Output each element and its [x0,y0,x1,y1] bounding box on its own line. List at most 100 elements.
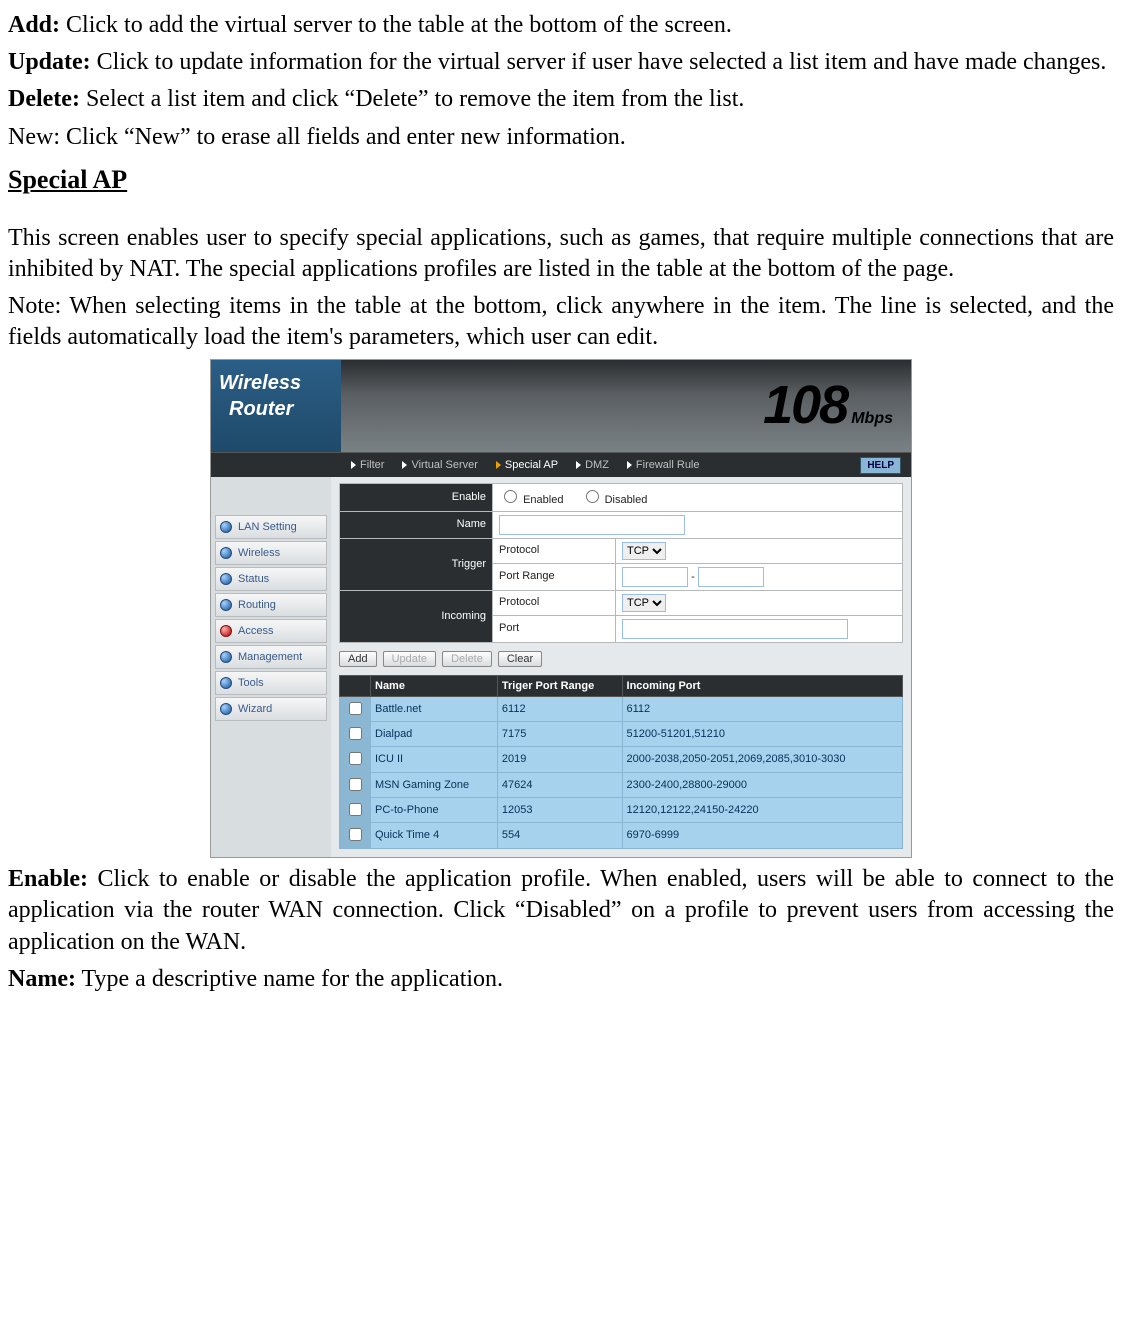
bullet-icon [220,677,232,689]
select-trigger-protocol[interactable]: TCP [622,542,666,560]
banner-unit: Mbps [851,409,893,430]
cell-name: Dialpad [371,722,498,747]
bullet-icon [220,547,232,559]
triangle-icon [627,461,632,469]
sidebar-item-lan[interactable]: LAN Setting [215,515,327,539]
note: Note: When selecting items in the table … [8,291,1114,353]
input-name[interactable] [499,515,685,535]
radio-enabled[interactable] [504,490,517,503]
input-incoming-port[interactable] [622,619,848,639]
row-checkbox[interactable] [349,752,362,765]
label-protocol: Protocol [493,538,616,563]
banner: Wireless Router 108 Mbps [211,360,911,452]
cell-trigger: 47624 [497,772,622,797]
row-checkbox[interactable] [349,727,362,740]
table-row[interactable]: ICU II20192000-2038,2050-2051,2069,2085,… [340,747,903,772]
new-line: New: Click “New” to erase all fields and… [8,122,1114,153]
cell-trigger: 554 [497,823,622,848]
input-trigger-port-to[interactable] [698,567,764,587]
table-row[interactable]: Quick Time 45546970-6999 [340,823,903,848]
bullet-icon [220,651,232,663]
main-panel: Enable Enabled Disabled Name Trigger Pro… [331,477,911,857]
sidebar-item-management[interactable]: Management [215,645,327,669]
update-line: Update: Click to update information for … [8,47,1114,78]
table-row[interactable]: Battle.net61126112 [340,696,903,721]
button-update[interactable]: Update [383,651,436,667]
sidebar-item-access[interactable]: Access [215,619,327,643]
cell-name: Battle.net [371,696,498,721]
button-add[interactable]: Add [339,651,377,667]
cell-name: PC-to-Phone [371,798,498,823]
bullet-icon [220,625,232,637]
button-delete[interactable]: Delete [442,651,492,667]
row-checkbox[interactable] [349,702,362,715]
label-enable: Enable [340,484,493,511]
radio-disabled-label[interactable]: Disabled [581,494,648,506]
button-clear[interactable]: Clear [498,651,542,667]
tab-dmz[interactable]: DMZ [576,458,609,472]
label-trigger: Trigger [340,538,493,590]
add-line: Add: Click to add the virtual server to … [8,10,1114,41]
radio-disabled[interactable] [586,490,599,503]
app-table: Name Triger Port Range Incoming Port Bat… [339,675,903,849]
col-incoming: Incoming Port [622,675,902,696]
cell-incoming: 2300-2400,28800-29000 [622,772,902,797]
triangle-icon [496,461,501,469]
label-protocol-2: Protocol [493,590,616,615]
triangle-icon [402,461,407,469]
radio-enabled-label[interactable]: Enabled [499,494,563,506]
cell-trigger: 7175 [497,722,622,747]
table-row[interactable]: Dialpad717551200-51201,51210 [340,722,903,747]
cell-incoming: 6112 [622,696,902,721]
cell-name: ICU II [371,747,498,772]
sidebar-item-wireless[interactable]: Wireless [215,541,327,565]
cell-name: Quick Time 4 [371,823,498,848]
special-desc: This screen enables user to specify spec… [8,223,1114,285]
bullet-icon [220,521,232,533]
sidebar-item-wizard[interactable]: Wizard [215,697,327,721]
tab-bar: Filter Virtual Server Special AP DMZ Fir… [211,452,911,477]
banner-speed: 108 [763,370,847,440]
cell-name: MSN Gaming Zone [371,772,498,797]
select-incoming-protocol[interactable]: TCP [622,594,666,612]
cell-incoming: 12120,12122,24150-24220 [622,798,902,823]
table-row[interactable]: PC-to-Phone1205312120,12122,24150-24220 [340,798,903,823]
delete-line: Delete: Select a list item and click “De… [8,84,1114,115]
label-port: Port [493,615,616,642]
cell-incoming: 51200-51201,51210 [622,722,902,747]
tab-firewall-rule[interactable]: Firewall Rule [627,458,700,472]
label-name: Name [340,511,493,538]
cell-trigger: 2019 [497,747,622,772]
cell-trigger: 6112 [497,696,622,721]
cell-trigger: 12053 [497,798,622,823]
row-checkbox[interactable] [349,828,362,841]
triangle-icon [351,461,356,469]
sidebar: LAN Setting Wireless Status Routing Acce… [211,477,331,857]
enable-doc: Enable: Click to enable or disable the a… [8,864,1114,958]
tab-filter[interactable]: Filter [351,458,384,472]
bullet-icon [220,573,232,585]
sidebar-item-status[interactable]: Status [215,567,327,591]
col-name: Name [371,675,498,696]
col-trigger: Triger Port Range [497,675,622,696]
router-screenshot: Wireless Router 108 Mbps Filter Virtual … [210,359,912,858]
input-trigger-port-from[interactable] [622,567,688,587]
banner-title2: Router [211,396,341,422]
triangle-icon [576,461,581,469]
tab-virtual-server[interactable]: Virtual Server [402,458,477,472]
tab-special-ap[interactable]: Special AP [496,458,558,472]
label-port-range: Port Range [493,563,616,590]
sidebar-item-tools[interactable]: Tools [215,671,327,695]
row-checkbox[interactable] [349,778,362,791]
name-doc: Name: Type a descriptive name for the ap… [8,964,1114,995]
bullet-icon [220,703,232,715]
cell-incoming: 2000-2038,2050-2051,2069,2085,3010-3030 [622,747,902,772]
label-incoming: Incoming [340,590,493,642]
help-button[interactable]: HELP [860,457,901,474]
cell-incoming: 6970-6999 [622,823,902,848]
table-row[interactable]: MSN Gaming Zone476242300-2400,28800-2900… [340,772,903,797]
banner-title1: Wireless [211,360,341,396]
bullet-icon [220,599,232,611]
sidebar-item-routing[interactable]: Routing [215,593,327,617]
row-checkbox[interactable] [349,803,362,816]
